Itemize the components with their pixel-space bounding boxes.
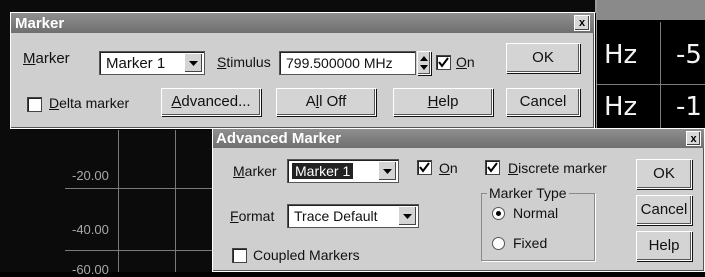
checkmark-icon [487,162,498,173]
fixed-radio[interactable] [492,237,505,250]
readout-unit: Hz [604,92,638,122]
advanced-marker-dialog: Advanced Marker x Marker Marker 1 On Dis… [212,128,705,272]
delta-marker-label: Delta marker [49,95,130,111]
fixed-label: Fixed [513,235,548,251]
discrete-marker-checkbox[interactable] [485,160,500,175]
stimulus-label: Stimulus [217,54,271,70]
ok-button[interactable]: OK [636,159,692,189]
help-button[interactable]: Help [636,231,692,261]
format-select[interactable]: Trace Default [287,204,419,228]
delta-marker-checkbox[interactable] [27,97,42,112]
advanced-titlebar: Advanced Marker x [213,129,704,148]
y-axis-label: -40.00 [72,222,109,237]
on-label: On [456,54,475,70]
stimulus-input[interactable]: 799.500000 MHz [279,51,416,75]
checkmark-icon [438,57,449,68]
readout-divider [597,84,705,85]
dialog-title: Marker [15,15,65,32]
readout-value: -5 [676,40,702,70]
coupled-markers-label: Coupled Markers [253,247,360,263]
cancel-button[interactable]: Cancel [506,88,580,116]
close-icon[interactable]: x [686,131,701,146]
grid-line [65,188,213,189]
readout-value: -1 [676,92,702,122]
readout-header [597,0,705,20]
ok-button[interactable]: OK [506,43,580,73]
marker-select-value: Marker 1 [292,163,354,179]
stimulus-spinner[interactable] [417,51,431,75]
advanced-marker-select[interactable]: Marker 1 [287,159,399,183]
chevron-down-icon[interactable] [378,161,397,181]
normal-radio[interactable] [492,207,505,220]
marker-titlebar: Marker x [11,13,594,33]
checkmark-icon [419,162,430,173]
help-button[interactable]: Help [393,88,493,116]
format-label: Format [230,208,275,224]
chevron-down-icon[interactable] [184,53,203,73]
marker-select-value: Marker 1 [106,55,166,72]
on-checkbox[interactable] [436,55,451,70]
dialog-title: Advanced Marker [216,130,342,147]
marker-select[interactable]: Marker 1 [99,51,205,75]
discrete-marker-label: Discrete marker [508,160,607,176]
grid-line [65,250,213,251]
close-icon[interactable]: x [574,15,590,31]
y-axis-label: -60.00 [72,262,109,277]
spin-arrows-icon [420,56,428,70]
marker-type-label: Marker Type [487,185,569,201]
marker-dialog: Marker x Marker Marker 1 Stimulus 799.50… [10,12,595,129]
readout-divider [660,22,661,132]
all-off-button[interactable]: All Off [276,88,376,116]
advanced-button[interactable]: Advanced... [161,88,261,116]
readout-unit: Hz [604,40,638,70]
y-axis-label: -20.00 [72,168,109,183]
coupled-markers-checkbox[interactable] [232,248,247,263]
on-checkbox[interactable] [417,160,432,175]
marker-label: Marker [23,50,70,67]
chevron-down-icon[interactable] [398,206,417,226]
format-select-value: Trace Default [294,208,378,224]
on-label: On [439,160,458,176]
normal-label: Normal [513,205,559,221]
cancel-button[interactable]: Cancel [636,195,692,225]
radio-dot [496,211,501,216]
marker-label: Marker [233,163,277,179]
stimulus-value: 799.500000 MHz [286,55,393,71]
